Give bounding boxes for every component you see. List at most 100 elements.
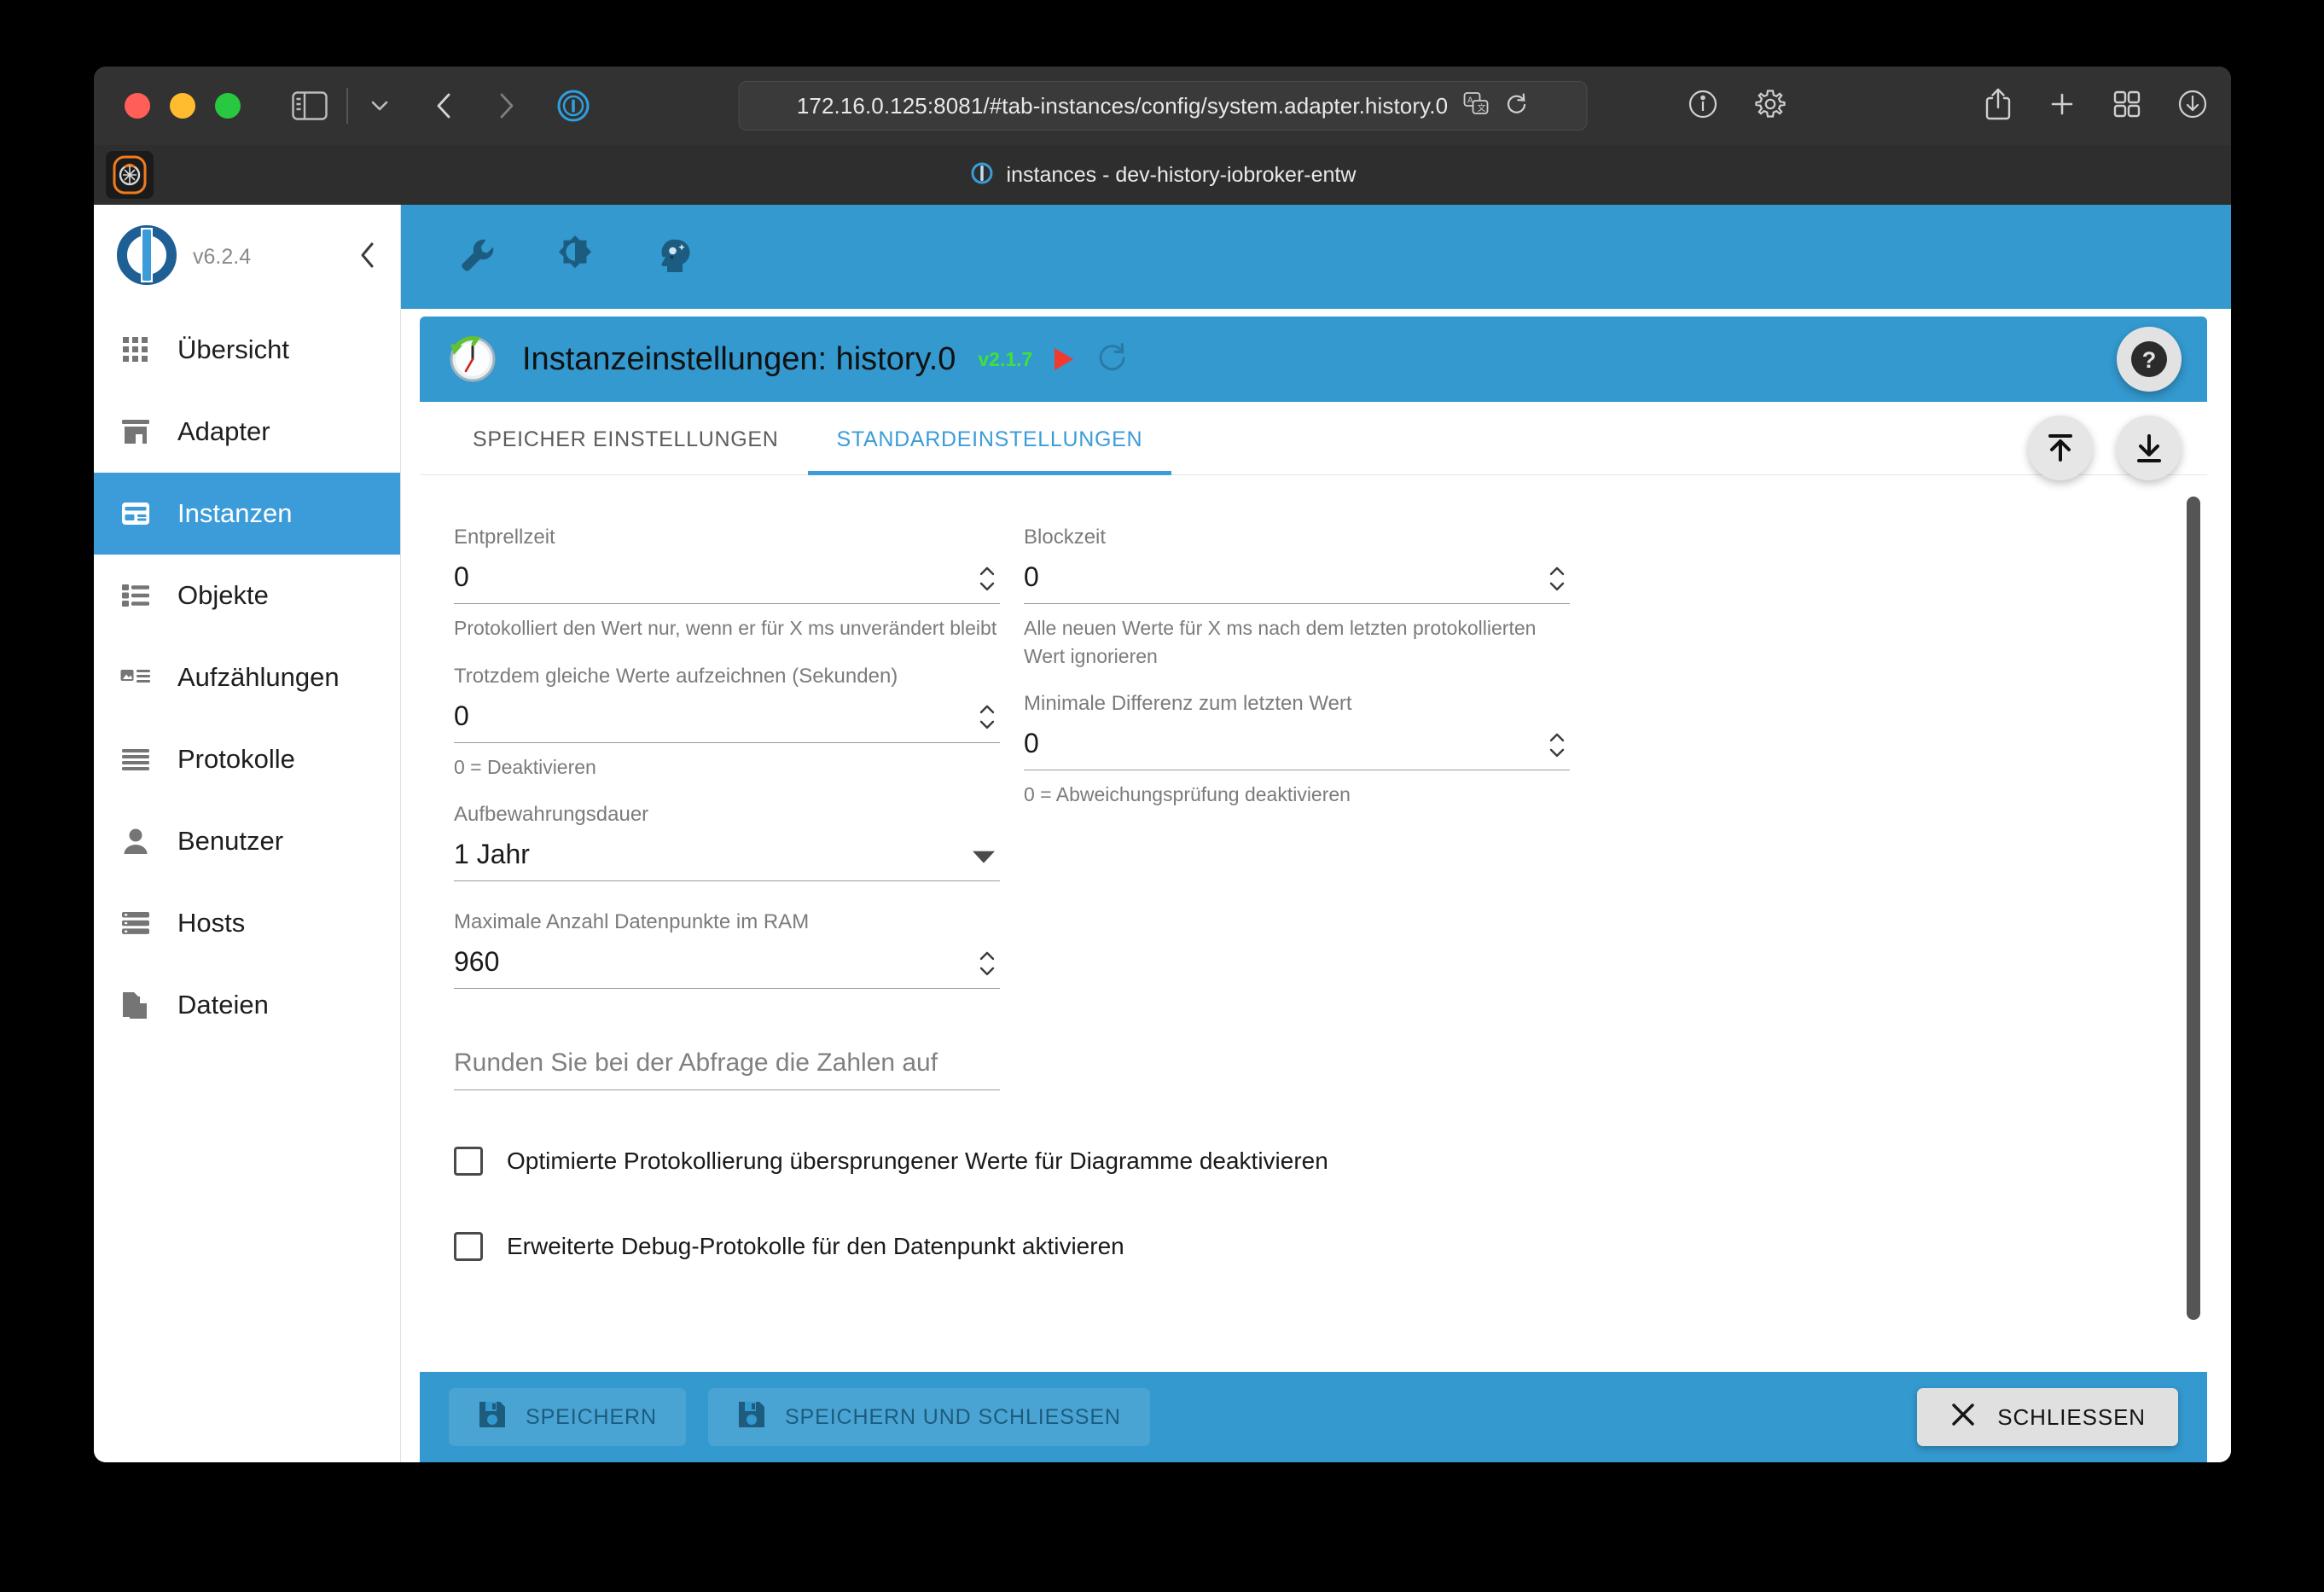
checkbox-label: Erweiterte Debug-Protokolle für den Date…: [507, 1233, 1124, 1260]
field-value: 0: [1024, 561, 1039, 592]
field-runden-abfrage[interactable]: Runden Sie bei der Abfrage die Zahlen au…: [454, 1049, 1000, 1091]
help-button[interactable]: ?: [2117, 327, 2182, 392]
checkbox-row-optimierte-protokollierung[interactable]: Optimierte Protokollierung übersprungene…: [454, 1147, 2173, 1177]
sidebar-item-adapter[interactable]: Adapter: [94, 391, 400, 473]
field-placeholder: Runden Sie bei der Abfrage die Zahlen au…: [454, 1049, 938, 1078]
sidebar-item-hosts[interactable]: Hosts: [94, 882, 400, 964]
save-and-close-button-label: SPEICHERN UND SCHLIESSEN: [784, 1404, 1121, 1429]
number-input[interactable]: 0: [1024, 724, 1570, 771]
iobroker-logo-icon: [114, 223, 179, 292]
field-blockzeit: Blockzeit 0 Alle neuen Werte für X ms na…: [1024, 526, 1570, 670]
settings-fab-row: [2028, 415, 2182, 480]
sidebar-item-label: Benutzer: [177, 826, 284, 856]
sidebar-item-objekte[interactable]: Objekte: [94, 555, 400, 636]
toolbar-right-group: [1687, 67, 2209, 145]
field-value: 1 Jahr: [454, 839, 530, 870]
import-settings-button[interactable]: [2117, 415, 2182, 480]
sidebar-item-instanzen[interactable]: Instanzen: [94, 473, 400, 555]
stepper-icon[interactable]: [978, 564, 996, 592]
scrollbar-thumb[interactable]: [2187, 497, 2200, 1320]
browser-toolbar: 172.16.0.125:8081/#tab-instances/config/…: [94, 67, 2231, 145]
field-label: Blockzeit: [1024, 526, 1107, 549]
save-button[interactable]: SPEICHERN: [449, 1388, 686, 1446]
export-settings-button[interactable]: [2028, 415, 2093, 480]
forward-arrow-icon[interactable]: [493, 90, 519, 121]
checkbox-row-debug-protokolle[interactable]: Erweiterte Debug-Protokolle für den Date…: [454, 1232, 2173, 1262]
sidebar-item-label: Hosts: [177, 908, 246, 938]
svg-text:?: ?: [2142, 347, 2157, 373]
card-header: Instanzeinstellungen: history.0 v2.1.7 ?: [420, 317, 2207, 402]
sidebar-toggle-icon[interactable]: [292, 91, 328, 120]
svg-text:文: 文: [1477, 102, 1485, 113]
close-window-button[interactable]: [125, 93, 150, 119]
store-icon: [119, 418, 152, 445]
number-input[interactable]: 960: [454, 943, 1000, 990]
sidebar-item-dateien[interactable]: Dateien: [94, 964, 400, 1046]
field-helper-text: Protokolliert den Wert nur, wenn er für …: [454, 617, 997, 639]
sidebar-item-label: Objekte: [177, 580, 269, 610]
number-input[interactable]: 0: [454, 697, 1000, 743]
stepper-icon[interactable]: [1548, 731, 1566, 759]
wrench-icon[interactable]: [457, 235, 498, 280]
retention-select[interactable]: 1 Jahr: [454, 835, 1000, 882]
sidebar-item-uebersicht[interactable]: Übersicht: [94, 309, 400, 391]
sidebar-item-aufzaehlungen[interactable]: Aufzählungen: [94, 636, 400, 718]
checkbox-unchecked-icon[interactable]: [454, 1147, 483, 1177]
field-entprellzeit: Entprellzeit 0 Protokolliert den Wert nu…: [454, 526, 1000, 642]
tab-standardeinstellungen[interactable]: STANDARDEINSTELLUNGEN: [807, 402, 1172, 475]
sidebar-item-label: Instanzen: [177, 498, 293, 528]
chevron-down-icon[interactable]: [367, 96, 392, 115]
downloads-icon[interactable]: [2176, 88, 2209, 125]
refresh-icon[interactable]: [1095, 340, 1130, 379]
tab-speicher-einstellungen[interactable]: SPEICHER EINSTELLUNGEN: [444, 402, 808, 474]
translate-icon[interactable]: A 文: [1463, 91, 1489, 120]
dialog-action-bar: SPEICHERN SPEICHERN UND SCHLIESSEN SCHLI…: [420, 1372, 2207, 1462]
brightness-icon[interactable]: [555, 235, 596, 280]
sidebar-collapse-button[interactable]: [357, 241, 380, 274]
field-helper-text: Alle neuen Werte für X ms nach dem letzt…: [1024, 617, 1537, 667]
files-icon: [119, 991, 152, 1020]
info-icon[interactable]: [1687, 88, 1719, 125]
number-input[interactable]: 0: [1024, 558, 1570, 604]
site-favicon-chip[interactable]: [106, 151, 154, 199]
stepper-icon[interactable]: [978, 950, 996, 978]
field-label: Minimale Differenz zum letzten Wert: [1024, 692, 1352, 716]
number-input[interactable]: 0: [454, 558, 1000, 604]
back-arrow-icon[interactable]: [432, 90, 457, 121]
sidebar-item-label: Aufzählungen: [177, 662, 340, 692]
ai-assistant-icon[interactable]: [652, 235, 693, 280]
close-button-label: SCHLIESSEN: [1997, 1403, 2146, 1430]
chevron-down-icon[interactable]: [973, 851, 995, 863]
maximize-window-button[interactable]: [215, 93, 241, 119]
sidebar-item-label: Adapter: [177, 416, 270, 446]
minimize-window-button[interactable]: [170, 93, 195, 119]
browser-tabstrip: instances - dev-history-iobroker-entw: [94, 145, 2231, 205]
sidebar-item-label: Dateien: [177, 990, 269, 1020]
sidebar-item-protokolle[interactable]: Protokolle: [94, 718, 400, 800]
gear-icon[interactable]: [1753, 87, 1787, 125]
close-button[interactable]: SCHLIESSEN: [1917, 1388, 2178, 1446]
password-manager-icon[interactable]: [556, 89, 590, 123]
save-icon: [737, 1400, 766, 1435]
app-toolbar: [401, 205, 2231, 309]
field-label: Trotzdem gleiche Werte aufzeichnen (Seku…: [454, 664, 898, 688]
instance-config-card: Instanzeinstellungen: history.0 v2.1.7 ?: [420, 309, 2207, 1462]
reload-icon[interactable]: [1504, 92, 1528, 120]
play-icon[interactable]: [1055, 348, 1074, 370]
close-x-icon: [1949, 1401, 1977, 1434]
checkbox-unchecked-icon[interactable]: [454, 1232, 483, 1262]
save-and-close-button[interactable]: SPEICHERN UND SCHLIESSEN: [707, 1388, 1150, 1446]
hosts-icon: [119, 911, 152, 935]
address-bar[interactable]: 172.16.0.125:8081/#tab-instances/config/…: [738, 81, 1587, 131]
sidebar-item-benutzer[interactable]: Benutzer: [94, 800, 400, 882]
field-label: Entprellzeit: [454, 526, 555, 549]
tab-overview-icon[interactable]: [2112, 89, 2142, 124]
field-gleiche-werte-aufzeichnen: Trotzdem gleiche Werte aufzeichnen (Seku…: [454, 665, 1000, 781]
settings-grid: Entprellzeit 0 Protokolliert den Wert nu…: [454, 526, 2173, 1011]
stepper-icon[interactable]: [978, 703, 996, 731]
new-tab-plus-icon[interactable]: [2047, 89, 2077, 124]
stepper-icon[interactable]: [1548, 564, 1566, 592]
active-tab[interactable]: instances - dev-history-iobroker-entw: [94, 160, 2231, 190]
content-scrollbar[interactable]: [2187, 497, 2200, 1350]
share-icon[interactable]: [1984, 87, 2013, 125]
